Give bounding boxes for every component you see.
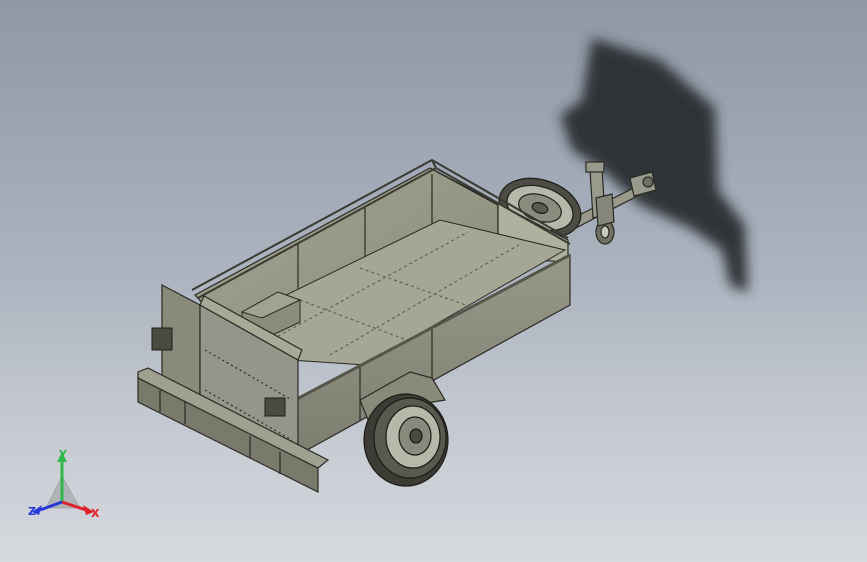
graphics-viewport[interactable]: Y X Z xyxy=(0,0,867,562)
trailer-model[interactable] xyxy=(0,0,867,562)
coordinate-triad: Y X Z xyxy=(28,448,100,520)
road-wheel[interactable] xyxy=(363,393,449,487)
x-axis-label: X xyxy=(91,507,100,520)
y-axis-label: Y xyxy=(58,448,68,461)
z-axis-label: Z xyxy=(28,505,36,518)
